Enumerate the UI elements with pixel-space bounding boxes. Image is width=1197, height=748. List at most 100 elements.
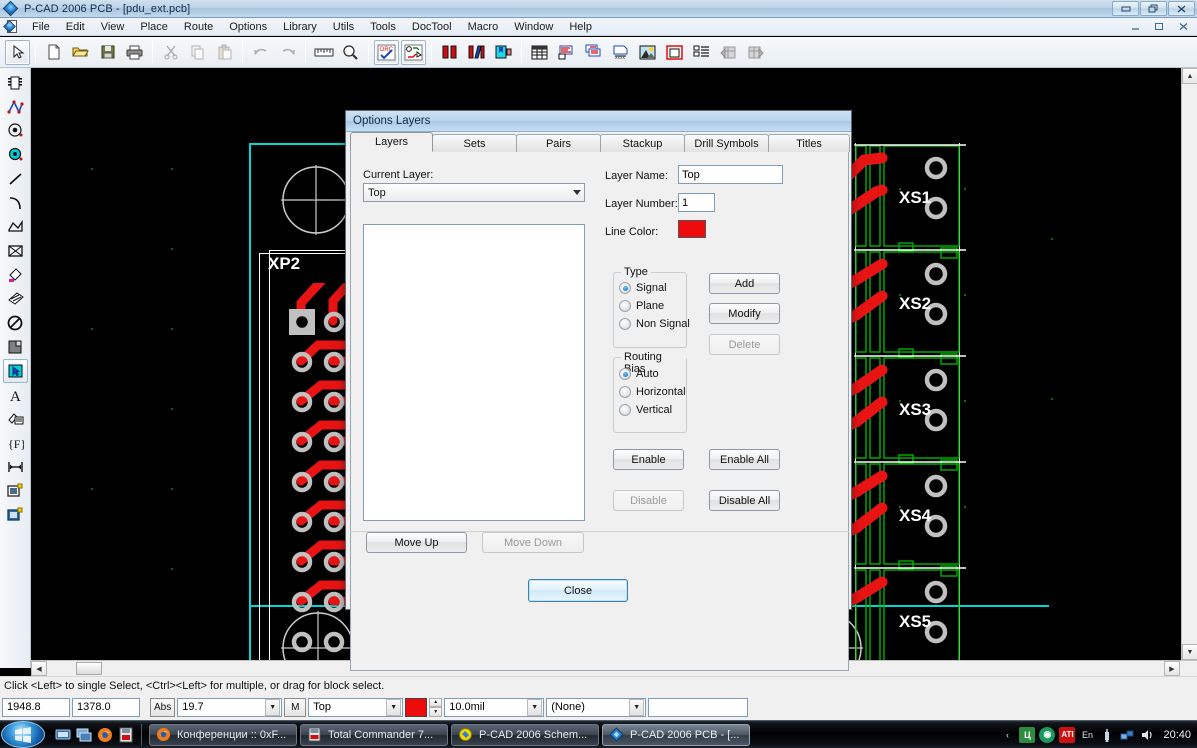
modify-button[interactable]: Modify xyxy=(709,303,780,324)
chevron-down-icon[interactable]: ▼ xyxy=(265,698,281,716)
place-via-icon[interactable] xyxy=(3,143,28,167)
windows-orb-icon[interactable] xyxy=(1,721,45,748)
select-region-icon[interactable] xyxy=(2,359,28,383)
scroll-left-arrow[interactable]: ◀ xyxy=(31,661,47,676)
layer-compare-icon[interactable] xyxy=(464,40,489,65)
grid-size-combo[interactable]: 19.7 ▼ xyxy=(177,697,283,717)
radio-type-plane[interactable]: Plane xyxy=(619,300,664,312)
tab-titles[interactable]: Titles xyxy=(768,134,850,152)
minimize-button[interactable] xyxy=(1112,1,1139,16)
options-layers-dialog[interactable]: Options Layers Layers Sets Pairs Stackup… xyxy=(345,110,852,671)
place-box-icon[interactable] xyxy=(3,239,28,263)
menu-library[interactable]: Library xyxy=(275,20,325,34)
place-dimension-icon[interactable] xyxy=(3,455,28,479)
chevron-down-icon[interactable]: ▼ xyxy=(386,698,402,716)
board-outline-icon[interactable] xyxy=(662,40,687,65)
net-list-icon[interactable] xyxy=(554,40,579,65)
copy-icon[interactable] xyxy=(185,40,210,65)
x-coordinate-field[interactable]: 1948.8 xyxy=(2,697,70,717)
chevron-down-icon[interactable]: ▼ xyxy=(629,698,645,716)
menu-file[interactable]: File xyxy=(24,20,58,34)
line-width-combo[interactable]: 10.0mil ▼ xyxy=(444,697,545,717)
volume-icon[interactable] xyxy=(1139,727,1155,743)
copper-pour-icon[interactable] xyxy=(581,40,606,65)
total-commander-icon[interactable] xyxy=(118,727,134,743)
layer-color-swatch[interactable] xyxy=(405,697,428,717)
tab-pairs[interactable]: Pairs xyxy=(516,134,601,152)
language-en-icon[interactable]: En xyxy=(1079,727,1095,743)
place-arc-icon[interactable] xyxy=(3,191,28,215)
mdi-restore-button[interactable] xyxy=(1148,19,1170,34)
menu-route[interactable]: Route xyxy=(176,20,221,34)
menu-place[interactable]: Place xyxy=(132,20,176,34)
open-folder-icon[interactable] xyxy=(68,40,93,65)
mdi-minimize-button[interactable] xyxy=(1124,19,1146,34)
place-plane-icon[interactable] xyxy=(3,335,28,359)
chevron-down-icon[interactable]: ▼ xyxy=(527,698,543,716)
show-desktop-icon[interactable] xyxy=(55,727,71,743)
measure-ruler-icon[interactable] xyxy=(311,40,336,65)
menu-view[interactable]: View xyxy=(93,20,133,34)
drc-check-icon[interactable]: DRC xyxy=(374,39,399,65)
firefox-icon[interactable] xyxy=(97,727,113,743)
menu-window[interactable]: Window xyxy=(506,20,561,34)
enable-button[interactable]: Enable xyxy=(613,449,684,470)
radio-bias-vertical[interactable]: Vertical xyxy=(619,404,672,416)
import-icon[interactable] xyxy=(716,40,741,65)
restore-button[interactable] xyxy=(1140,1,1167,16)
attributes-list-icon[interactable] xyxy=(689,40,714,65)
radio-bias-horizontal[interactable]: Horizontal xyxy=(619,386,686,398)
radio-type-signal[interactable]: Signal xyxy=(619,282,667,294)
current-layer-combo[interactable]: Top ▼ xyxy=(308,697,404,717)
redo-icon[interactable] xyxy=(275,40,300,65)
layer-number-input[interactable]: 1 xyxy=(678,193,715,212)
close-button[interactable] xyxy=(1168,1,1195,16)
taskbar-item-total-commander[interactable]: Total Commander 7... xyxy=(300,723,448,746)
punto-switcher-icon[interactable]: Ц xyxy=(1019,726,1036,743)
close-button[interactable]: Close xyxy=(528,579,628,602)
select-arrow-icon[interactable] xyxy=(5,39,30,65)
mdi-document-icon[interactable] xyxy=(3,19,20,34)
scroll-up-arrow[interactable]: ▲ xyxy=(1182,68,1197,84)
place-polygon-icon[interactable] xyxy=(3,215,28,239)
scroll-down-arrow[interactable]: ▼ xyxy=(1182,644,1197,660)
place-footprint-icon[interactable] xyxy=(3,503,28,527)
table-grid-icon[interactable] xyxy=(527,40,552,65)
new-file-icon[interactable] xyxy=(41,40,66,65)
horizontal-scroll-thumb[interactable] xyxy=(76,662,102,675)
taskbar-item-pcad-schematic[interactable]: P-CAD 2006 Schem... xyxy=(451,723,599,746)
line-color-swatch[interactable] xyxy=(678,220,706,238)
place-pattern-icon[interactable] xyxy=(3,479,28,503)
image-mountain-icon[interactable] xyxy=(635,40,660,65)
add-button[interactable]: Add xyxy=(709,273,780,294)
switch-window-icon[interactable] xyxy=(76,727,92,743)
usb-icon[interactable] xyxy=(1099,727,1115,743)
taskbar-item-firefox[interactable]: Конференции :: 0xF... xyxy=(149,723,297,746)
tab-drill-symbols[interactable]: Drill Symbols xyxy=(684,134,769,152)
print-icon[interactable] xyxy=(122,40,147,65)
menu-utils[interactable]: Utils xyxy=(325,20,362,34)
vertical-scrollbar[interactable]: ▲ ▼ xyxy=(1181,68,1197,660)
place-keepout-icon[interactable] xyxy=(3,311,28,335)
menu-tools[interactable]: Tools xyxy=(362,20,404,34)
network-icon[interactable] xyxy=(1119,727,1135,743)
scroll-right-arrow[interactable]: ▶ xyxy=(1164,661,1180,676)
y-coordinate-field[interactable]: 1378.0 xyxy=(72,697,140,717)
place-line-icon[interactable] xyxy=(3,95,28,119)
save-disk-icon[interactable] xyxy=(95,40,120,65)
extra-field[interactable] xyxy=(648,697,749,717)
net-combo[interactable]: (None) ▼ xyxy=(546,697,647,717)
cut-scissors-icon[interactable] xyxy=(158,40,183,65)
paste-icon[interactable] xyxy=(212,40,237,65)
place-copper-pour-icon[interactable] xyxy=(3,263,28,287)
place-text-icon[interactable]: A xyxy=(3,383,28,407)
layer-name-input[interactable]: Top xyxy=(678,165,783,184)
line-width-spinner[interactable]: ▲ ▼ xyxy=(429,697,443,717)
menu-help[interactable]: Help xyxy=(561,20,600,34)
tab-layers[interactable]: Layers xyxy=(350,132,433,152)
net-callout-icon[interactable] xyxy=(401,39,426,65)
taskbar-clock[interactable]: 20:40 xyxy=(1163,729,1191,741)
place-attribute-icon[interactable] xyxy=(3,407,28,431)
radio-type-non-signal[interactable]: Non Signal xyxy=(619,318,690,330)
antivirus-icon[interactable]: ◉ xyxy=(1039,726,1056,743)
